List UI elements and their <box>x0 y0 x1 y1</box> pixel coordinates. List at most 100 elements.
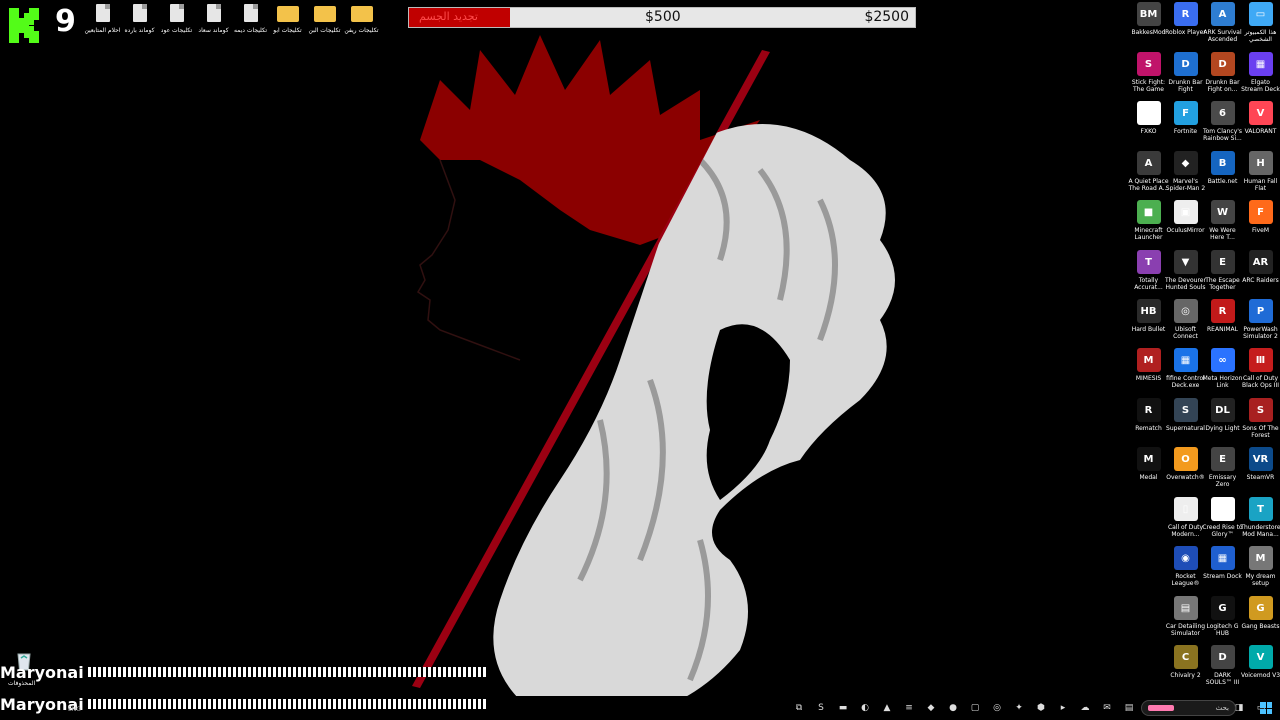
app-label: fifine Control Deck.exe <box>1166 375 1205 389</box>
taskbar-app-icon[interactable]: ▸ <box>1054 700 1072 716</box>
desktop-app-icon[interactable]: V VALORANT <box>1242 101 1279 135</box>
desktop-app-icon[interactable]: DL Dying Light <box>1204 398 1241 432</box>
desktop-app-icon[interactable]: ∞ Meta Horizon Link <box>1203 348 1242 389</box>
desktop-app-icon[interactable]: ▣ OculusMirror <box>1166 200 1205 234</box>
taskbar-app-icon[interactable]: ▢ <box>966 700 984 716</box>
taskbar-app-icon[interactable]: S <box>812 700 830 716</box>
desktop-app-icon[interactable]: V Voicemod V3 <box>1241 645 1280 679</box>
app-label: Rocket League® <box>1171 573 1200 587</box>
desktop-app-icon[interactable]: M My dream setup <box>1242 546 1279 587</box>
taskbar-app-icon[interactable]: ◆ <box>922 700 940 716</box>
app-glyph: R <box>1181 8 1190 20</box>
desktop-app-icon[interactable]: D Drunkn Bar Fight on... <box>1204 52 1241 93</box>
desktop-app-icon[interactable]: F FiveM <box>1242 200 1279 234</box>
desktop-app-icon[interactable]: ◉ Rocket League® <box>1167 546 1204 587</box>
desktop-app-icon[interactable]: T Totally Accurat... <box>1130 250 1167 291</box>
app-label: ARK Survival Ascended <box>1203 29 1242 43</box>
app-label: Battle.net <box>1207 178 1238 185</box>
desktop-app-icon[interactable]: C Chivalry 2 <box>1167 645 1204 679</box>
desktop-app-icon[interactable]: 6 Tom Clancy's Rainbow Si... <box>1203 101 1242 142</box>
desktop-app-icon[interactable]: PX FXKO <box>1130 101 1167 135</box>
desktop-app-icon[interactable]: S Supernatural <box>1166 398 1205 432</box>
desktop-app-icon[interactable]: R Roblox Player <box>1165 2 1206 36</box>
taskbar-app-icon[interactable]: ⧉ <box>790 700 808 716</box>
taskbar-app-icon[interactable]: ▲ <box>878 700 896 716</box>
windows-start-icon[interactable] <box>1260 702 1272 714</box>
folder-item[interactable]: تكليجات ريفن <box>343 4 380 34</box>
app-label: Gang Beasts <box>1241 623 1280 630</box>
app-glyph: 6 <box>1219 107 1226 119</box>
desktop-app-icon[interactable]: AR ARC Raiders <box>1242 250 1279 284</box>
taskbar-app-icon[interactable]: ◐ <box>856 700 874 716</box>
taskbar-app-icon[interactable]: ☁ <box>1076 700 1094 716</box>
desktop-app-icon[interactable]: S Sons Of The Forest <box>1242 398 1279 439</box>
file-item[interactable]: احلام المتابعين <box>84 4 121 34</box>
desktop-app-icon[interactable]: VR SteamVR <box>1242 447 1279 481</box>
desktop-app-icon[interactable]: G Gang Beasts <box>1242 596 1279 630</box>
taskbar-app-icon[interactable]: ⬢ <box>1032 700 1050 716</box>
app-label: Dying Light <box>1205 425 1240 432</box>
taskbar-app-icon[interactable]: ✉ <box>1098 700 1116 716</box>
app-icon: P <box>1248 299 1273 323</box>
desktop-app-icon[interactable]: ▦ Stream Dock <box>1203 546 1242 580</box>
desktop-app-icon[interactable]: ▭ هذا الكمبيوتر الشخصي <box>1242 2 1279 43</box>
file-label: كوماند بارده <box>124 27 155 34</box>
desktop-app-icon[interactable]: C Creed Rise to Glory™ <box>1202 497 1243 538</box>
folder-item[interactable]: تكليجات ابو <box>269 4 306 34</box>
desktop-app-icon[interactable]: ◆ Marvel's Spider-Man 2 <box>1166 151 1205 192</box>
taskbar-app-icon[interactable]: ▤ <box>1120 700 1138 716</box>
desktop-app-icon[interactable]: O Overwatch® <box>1166 447 1205 481</box>
desktop-app-icon[interactable]: ▤ Car Detailing Simulator <box>1166 596 1205 637</box>
desktop-app-icon[interactable]: F Fortnite <box>1167 101 1204 135</box>
taskbar-app-icon[interactable]: ✦ <box>1010 700 1028 716</box>
file-item[interactable]: تكليجات عود <box>158 4 195 34</box>
desktop-app-icon[interactable]: Ⅲ Call of Duty Black Ops III <box>1242 348 1279 389</box>
app-glyph: ▣ <box>1180 206 1191 218</box>
desktop-app-icon[interactable]: B Battle.net <box>1204 151 1241 185</box>
app-glyph: BM <box>1139 8 1158 20</box>
taskbar-app-icon[interactable]: ≡ <box>900 700 918 716</box>
file-label: كوماند سعاد <box>198 27 229 34</box>
desktop-app-icon[interactable]: ▯ Call of Duty Modern... <box>1167 497 1204 538</box>
desktop-app-icon[interactable]: ■ Minecraft Launcher <box>1130 200 1167 241</box>
file-item[interactable]: كوماند بارده <box>121 4 158 34</box>
app-icon: ◉ <box>1173 546 1198 570</box>
desktop-app-icon[interactable]: W We Were Here T... <box>1204 200 1241 241</box>
desktop-app-icon[interactable]: HB Hard Bullet <box>1130 299 1167 333</box>
app-icon: ▭ <box>1248 2 1273 26</box>
app-icon: ■ <box>1136 200 1161 224</box>
desktop-app-icon[interactable]: P PowerWash Simulator 2 <box>1242 299 1279 340</box>
desktop-app-icon[interactable]: ◎ Ubisoft Connect <box>1167 299 1204 340</box>
app-icon: H <box>1248 151 1273 175</box>
folder-item[interactable]: تكليجات البن <box>306 4 343 34</box>
file-item[interactable]: كوماند سعاد <box>195 4 232 34</box>
donation-goal-bar: تجديد الجسم $500 $2500 <box>408 7 916 28</box>
desktop-app-icon[interactable]: BM BakkesMod <box>1130 2 1167 36</box>
desktop-app-icon[interactable]: D DARK SOULS™ III <box>1204 645 1241 686</box>
desktop-app-icon[interactable]: M MIMESIS <box>1130 348 1167 382</box>
desktop-app-icon[interactable]: H Human Fall Flat <box>1242 151 1279 192</box>
taskbar-app-icon[interactable]: ● <box>944 700 962 716</box>
desktop-app-icon[interactable]: E Emissary Zero <box>1204 447 1241 488</box>
file-item[interactable]: تكليجات ديمه <box>232 4 269 34</box>
desktop-app-icon[interactable]: D Drunkn Bar Fight <box>1167 52 1204 93</box>
desktop-app-icon[interactable]: S Stick Fight: The Game <box>1130 52 1167 93</box>
desktop-app-icon[interactable]: T Thunderstore Mod Mana... <box>1240 497 1280 538</box>
desktop-app-icon[interactable]: G Logitech G HUB <box>1204 596 1241 637</box>
desktop-app-icon[interactable]: ▦ Elgato Stream Deck <box>1241 52 1280 93</box>
desktop-app-icon[interactable]: ▼ The Devourer Hunted Souls <box>1165 250 1206 291</box>
app-icon: ◎ <box>1173 299 1198 323</box>
desktop-app-icon[interactable]: R REANIMAL <box>1204 299 1241 333</box>
taskbar-app-icon[interactable]: ◎ <box>988 700 1006 716</box>
desktop-app-icon[interactable]: R Rematch <box>1130 398 1167 432</box>
language-indicator[interactable]: ENG <box>68 706 81 713</box>
app-icon: W <box>1210 200 1235 224</box>
desktop-app-icon[interactable]: ▦ fifine Control Deck.exe <box>1166 348 1205 389</box>
desktop-app-icon[interactable]: A ARK Survival Ascended <box>1203 2 1242 43</box>
taskbar-search[interactable]: بحث <box>1141 700 1236 716</box>
desktop-app-icon[interactable]: A A Quiet Place The Road A... <box>1128 151 1169 192</box>
taskbar-app-icon[interactable]: ▬ <box>834 700 852 716</box>
desktop-app-icon[interactable]: E The Escape Together <box>1204 250 1241 291</box>
app-glyph: ◆ <box>1181 157 1190 169</box>
desktop-app-icon[interactable]: M Medal <box>1130 447 1167 481</box>
